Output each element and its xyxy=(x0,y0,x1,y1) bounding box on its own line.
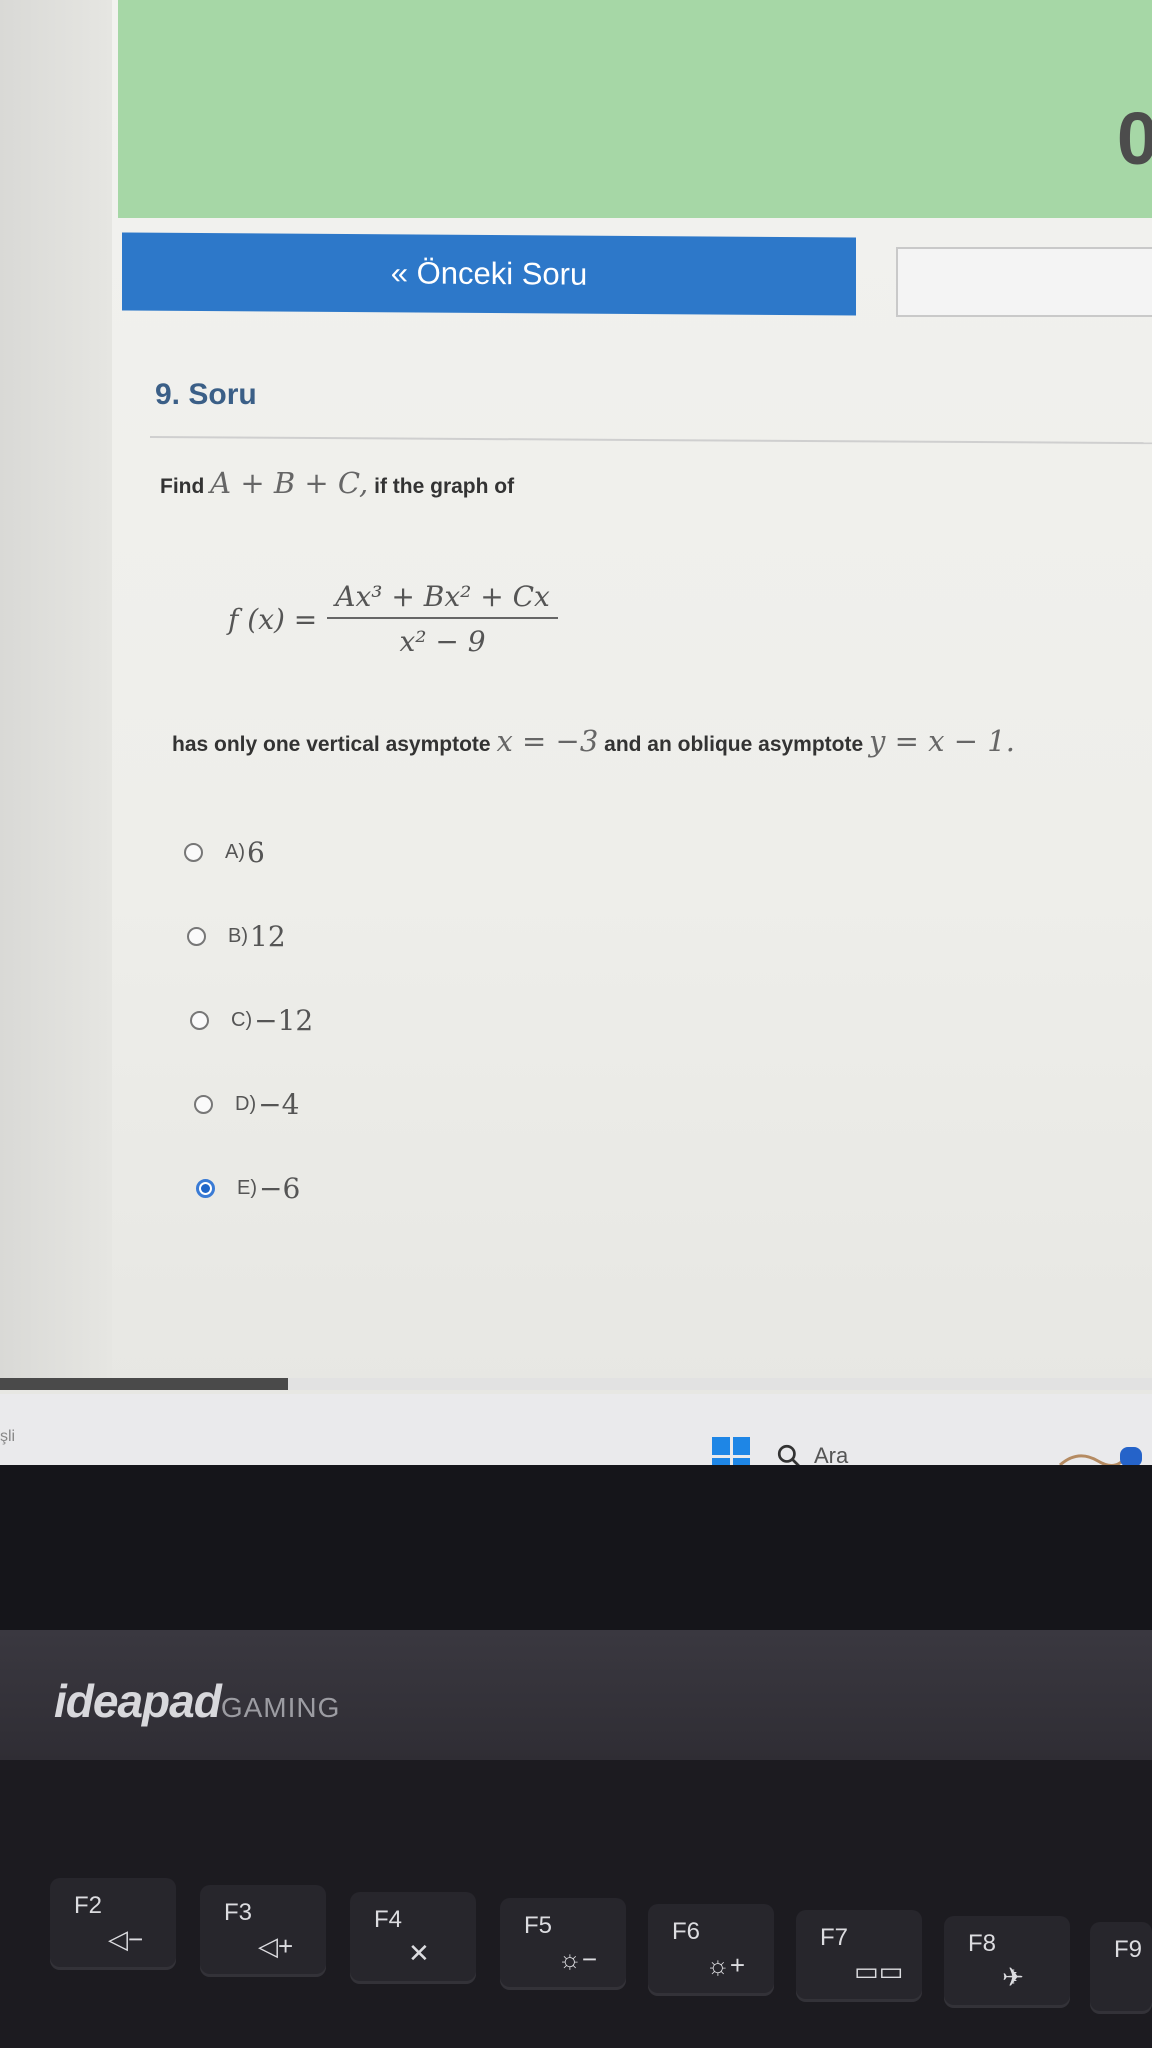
brightness-down-icon: ☼− xyxy=(558,1944,598,1974)
fraction-numerator: Ax³ + Bx² + Cx xyxy=(335,580,550,613)
radio-button-selected[interactable] xyxy=(196,1179,215,1198)
speaker-plus-icon: ◁+ xyxy=(258,1931,294,1961)
key-f5[interactable]: F5 ☼− xyxy=(500,1898,626,1990)
radio-button[interactable] xyxy=(190,1011,209,1030)
speaker-minus-icon: ◁− xyxy=(108,1924,144,1954)
airplane-icon: ✈ xyxy=(1002,1962,1024,1992)
side-label: şli xyxy=(0,1428,16,1445)
taskbar-search[interactable]: Ara xyxy=(776,1435,1106,1465)
question-condition: has only one vertical asymptote x = −3 a… xyxy=(172,724,1015,758)
divider xyxy=(149,436,1152,445)
brand-logo: ideapadGAMING xyxy=(54,1675,341,1727)
screen: 0 « Önceki Soru 9. Soru Find A + B + C, … xyxy=(0,0,1152,1465)
fraction: Ax³ + Bx² + Cx x² − 9 xyxy=(327,580,558,658)
windows-start-icon[interactable] xyxy=(712,1437,750,1465)
key-f3[interactable]: F3 ◁+ xyxy=(200,1885,326,1977)
next-question-button[interactable] xyxy=(896,247,1152,317)
option-d[interactable]: D) −4 xyxy=(194,1088,299,1121)
search-icon xyxy=(777,1444,800,1465)
key-f6[interactable]: F6 ☼+ xyxy=(648,1904,774,1996)
brightness-up-icon: ☼+ xyxy=(706,1950,746,1980)
display-icon: ▭▭ xyxy=(854,1956,904,1986)
question-intro: Find A + B + C, if the graph of xyxy=(160,466,515,500)
previous-question-button[interactable]: « Önceki Soru xyxy=(122,232,856,316)
fraction-denominator: x² − 9 xyxy=(327,617,558,658)
timer-digit: 0 xyxy=(1116,97,1152,180)
mic-mute-icon: ✕ xyxy=(408,1938,430,1968)
left-panel xyxy=(0,0,112,1380)
progress-bar xyxy=(0,1378,1152,1390)
keyboard: F2 ◁− F3 ◁+ F4 ✕ F5 ☼− F6 ☼+ F7 ▭▭ F8 ✈ … xyxy=(0,1760,1152,2048)
option-e[interactable]: E) −6 xyxy=(196,1172,300,1205)
progress-fill xyxy=(0,1378,288,1390)
key-f9[interactable]: F9 xyxy=(1090,1922,1152,2014)
option-c[interactable]: C) −12 xyxy=(190,1004,313,1037)
radio-button[interactable] xyxy=(187,927,206,946)
question-title: 9. Soru xyxy=(155,378,257,411)
radio-button[interactable] xyxy=(184,843,203,862)
key-f7[interactable]: F7 ▭▭ xyxy=(796,1910,922,2002)
option-a[interactable]: A) 6 xyxy=(184,836,265,869)
key-f4[interactable]: F4 ✕ xyxy=(350,1892,476,1984)
laptop-bezel xyxy=(0,1465,1152,1635)
tray-decoration-icon xyxy=(1059,1447,1142,1465)
option-b[interactable]: B) 12 xyxy=(187,920,286,953)
key-f2[interactable]: F2 ◁− xyxy=(50,1878,176,1970)
radio-button[interactable] xyxy=(194,1095,213,1114)
header-banner: 0 xyxy=(118,0,1152,218)
key-f8[interactable]: F8 ✈ xyxy=(944,1916,1070,2008)
function-formula: f (x) = Ax³ + Bx² + Cx x² − 9 xyxy=(228,580,558,658)
